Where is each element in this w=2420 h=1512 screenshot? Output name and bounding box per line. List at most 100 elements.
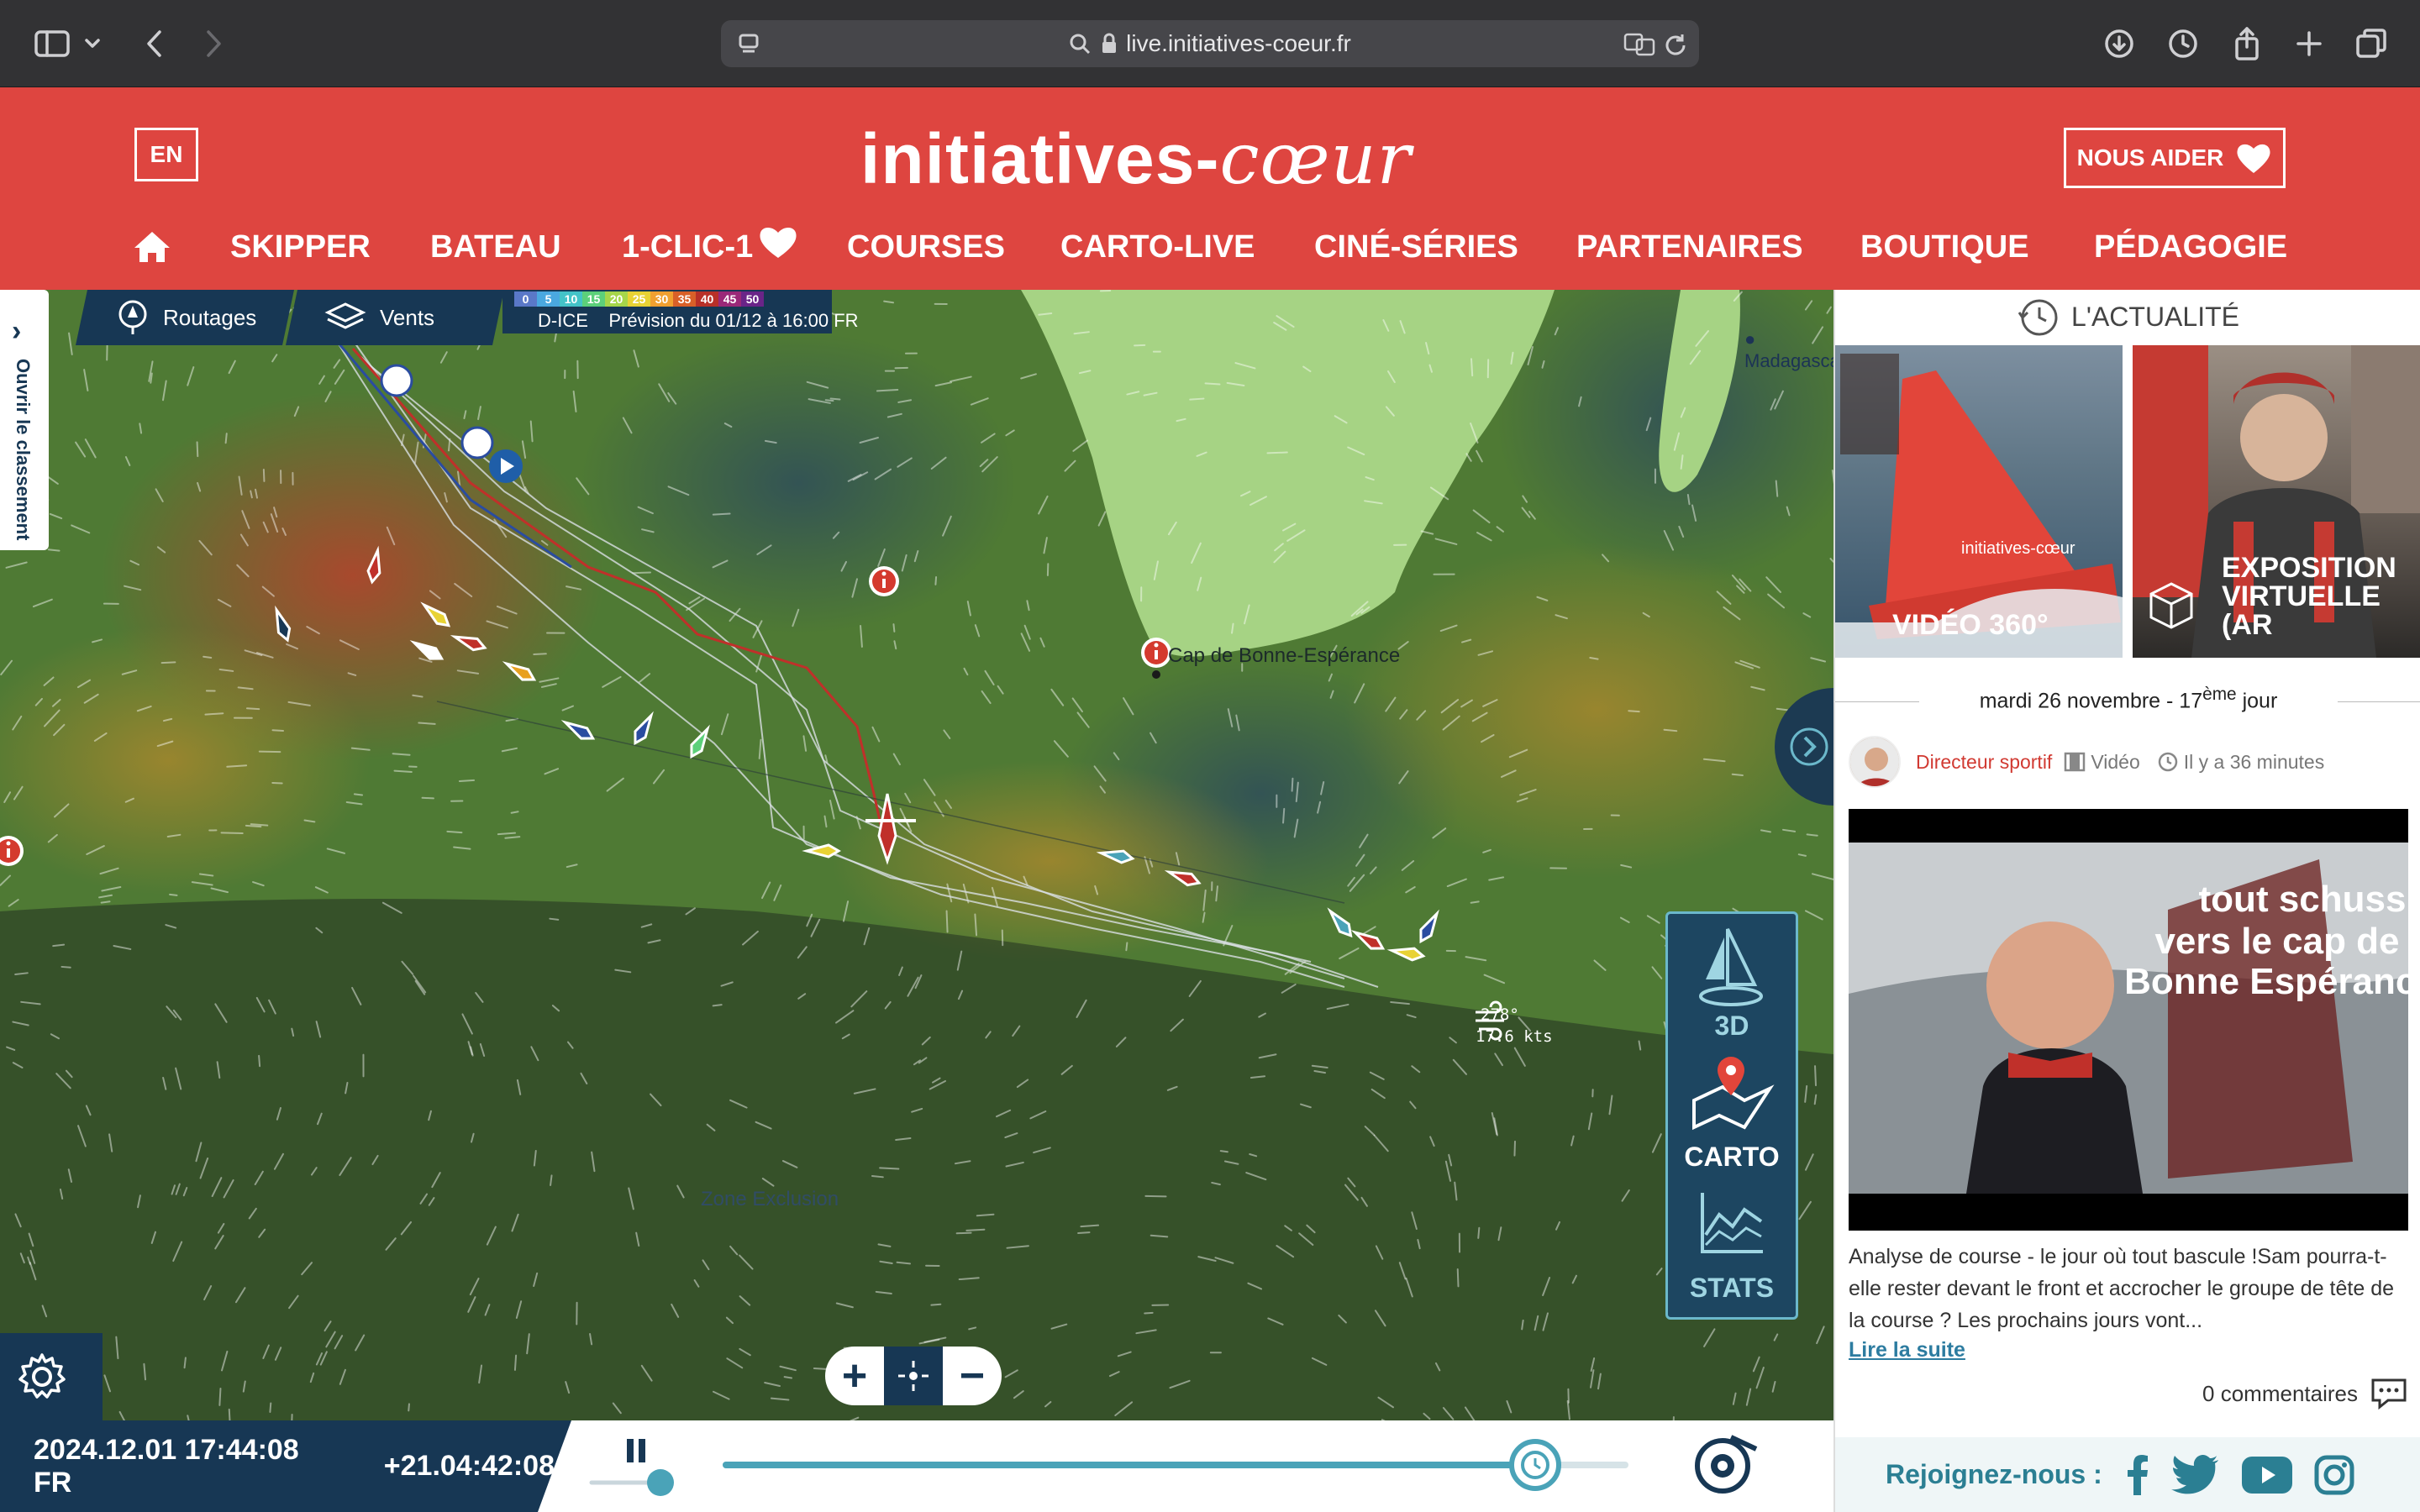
zoom-out-button[interactable]: −	[943, 1347, 1002, 1405]
wind-scale-step: 15	[582, 291, 605, 307]
video-player[interactable]: tout schuss vers le cap de Bonne Espéran…	[1849, 809, 2408, 1231]
site-logo[interactable]: initiatives-cœur	[860, 118, 1411, 200]
reader-icon[interactable]	[738, 33, 760, 55]
zone-label: Zone Exclusion	[701, 1188, 839, 1210]
race-map[interactable]: Zone Exclusion › Ouvrir le classement Ro…	[0, 290, 1833, 1512]
chart-icon	[1701, 1193, 1763, 1253]
post-author[interactable]: Directeur sportif	[1916, 751, 2052, 774]
home-icon[interactable]	[133, 213, 171, 281]
routes-toggle[interactable]: Routages	[76, 290, 294, 345]
new-tab-icon[interactable]	[2286, 20, 2333, 67]
nav-pedagogie[interactable]: PÉDAGOGIE	[2094, 213, 2287, 281]
madagascar-label: ● Madagasca	[1744, 328, 1833, 372]
post-time: Il y a 36 minutes	[2183, 750, 2325, 773]
news-title: L'ACTUALITÉ	[2071, 301, 2239, 332]
cape-label: Cap de Bonne-Espérance	[1168, 644, 1401, 667]
donate-label: NOUS AIDER	[2076, 144, 2224, 171]
map-pin-icon	[1692, 1057, 1775, 1131]
view-switcher: 3D CARTO STATS	[1665, 911, 1798, 1320]
map-canvas[interactable]: Zone Exclusion	[0, 290, 1833, 1512]
winds-toggle[interactable]: Vents	[286, 290, 504, 345]
view-3d-button[interactable]: 3D	[1668, 922, 1796, 1048]
nav-skipper[interactable]: SKIPPER	[230, 213, 371, 281]
history-icon[interactable]	[2160, 20, 2207, 67]
comments-count: 0 commentaires	[2202, 1380, 2358, 1406]
heart-icon	[2237, 144, 2270, 173]
chevron-right-icon: ›	[12, 315, 22, 347]
nav-boutique[interactable]: BOUTIQUE	[1860, 213, 2029, 281]
read-more-link[interactable]: Lire la suite	[1849, 1338, 1965, 1362]
chevron-down-icon[interactable]	[76, 20, 109, 67]
day-separator: mardi 26 novembre - 17ème jour	[1835, 685, 2420, 718]
download-icon[interactable]	[2096, 20, 2143, 67]
nav-bateau[interactable]: BATEAU	[430, 213, 561, 281]
comment-icon	[2371, 1378, 2407, 1410]
share-icon[interactable]	[2223, 20, 2270, 67]
speed-slider-handle[interactable]	[647, 1469, 674, 1496]
wind-scale-step: 25	[628, 291, 650, 307]
current-datetime: 2024.12.01 17:44:08 FR	[34, 1433, 299, 1499]
logo-script: cœur	[1219, 118, 1412, 200]
playback-bar: 2024.12.01 17:44:08 FR +21.04:42:08	[0, 1420, 1833, 1512]
nav-courses[interactable]: COURSES	[847, 213, 1005, 281]
donate-button[interactable]: NOUS AIDER	[2064, 128, 2286, 188]
time-display: 2024.12.01 17:44:08 FR +21.04:42:08	[0, 1420, 555, 1512]
winds-label: Vents	[380, 304, 435, 330]
sidebar-toggle-icon[interactable]	[29, 20, 76, 67]
timeline-svg	[589, 1435, 1758, 1496]
wind-scale-step: 45	[718, 291, 741, 307]
wind-speed: 17.6 kts	[1476, 1027, 1553, 1046]
wind-scale-bar: 0 5 10 15 20 25 30 35 40 45 50	[514, 291, 764, 307]
main-nav: SKIPPER BATEAU 1-CLIC-1 COURSES CARTO-LI…	[0, 213, 2420, 281]
virtual-expo-card[interactable]: EXPOSITION VIRTUELLE (AR	[2133, 345, 2420, 658]
nav-1-clic-1-label: 1-CLIC-1	[622, 228, 754, 265]
view-stats-button[interactable]: STATS	[1668, 1184, 1796, 1310]
lock-icon	[1102, 33, 1117, 53]
clock-icon	[2158, 752, 2177, 772]
view-carto-label: CARTO	[1684, 1142, 1780, 1172]
zoom-in-button[interactable]: +	[825, 1347, 884, 1405]
language-button[interactable]: EN	[134, 128, 198, 181]
wind-scale-step: 5	[537, 291, 560, 307]
tab-overview-icon[interactable]	[2348, 20, 2395, 67]
virtual-expo-label: EXPOSITION VIRTUELLE (AR	[2222, 552, 2396, 641]
settings-button[interactable]	[0, 1333, 103, 1420]
center-icon[interactable]	[884, 1347, 943, 1405]
translate-icon[interactable]	[1623, 31, 1657, 56]
address-bar[interactable]: live.initiatives-coeur.fr	[721, 20, 1699, 67]
day-label: mardi 26 novembre - 17	[1979, 689, 2203, 713]
nav-partenaires[interactable]: PARTENAIRES	[1576, 213, 1803, 281]
comments-link[interactable]: 0 commentaires	[2188, 1377, 2408, 1410]
ranking-tab[interactable]: › Ouvrir le classement	[0, 290, 49, 550]
info-marker-icon[interactable]	[869, 566, 899, 596]
wind-direction: 278°	[1481, 1005, 1519, 1024]
social-label: Rejoignez-nous :	[1886, 1459, 2102, 1489]
video-frame: tout schuss vers le cap de Bonne Espéran…	[1849, 843, 2408, 1194]
madagascar-text: Madagasca	[1744, 350, 1833, 371]
browser-toolbar: live.initiatives-coeur.fr	[0, 0, 2420, 87]
video-360-card[interactable]: initiatives-cœur VIDÉO 360°	[1835, 345, 2123, 658]
wind-scale-step: 40	[696, 291, 718, 307]
chevron-right-icon	[1790, 727, 1828, 766]
ranking-tab-label: Ouvrir le classement	[13, 359, 34, 541]
day-sup: ème	[2202, 685, 2237, 704]
gear-icon	[18, 1353, 66, 1399]
twitter-icon[interactable]	[2170, 1454, 2220, 1495]
site-header: EN initiatives-cœur NOUS AIDER SKIPPER B…	[0, 87, 2420, 290]
nav-carto-live[interactable]: CARTO-LIVE	[1060, 213, 1255, 281]
wind-scale-step: 30	[650, 291, 673, 307]
social-bar: Rejoignez-nous :	[1835, 1437, 2420, 1512]
nav-1-clic-1[interactable]: 1-CLIC-1	[622, 213, 798, 281]
back-icon[interactable]	[131, 20, 178, 67]
youtube-icon[interactable]	[2241, 1456, 2292, 1494]
forecast-info: D-ICE Prévision du 01/12 à 16:00 FR	[538, 310, 859, 332]
instagram-icon[interactable]	[2314, 1455, 2354, 1495]
facebook-icon[interactable]	[2124, 1454, 2149, 1495]
forward-icon[interactable]	[190, 20, 237, 67]
timeline-handle-icon[interactable]	[1509, 1439, 1561, 1491]
pause-icon[interactable]	[627, 1439, 645, 1462]
view-carto-button[interactable]: CARTO	[1668, 1053, 1796, 1179]
reload-icon[interactable]	[1664, 32, 1687, 55]
day-suffix: jour	[2236, 689, 2278, 713]
nav-cine-series[interactable]: CINÉ-SÉRIES	[1314, 213, 1518, 281]
